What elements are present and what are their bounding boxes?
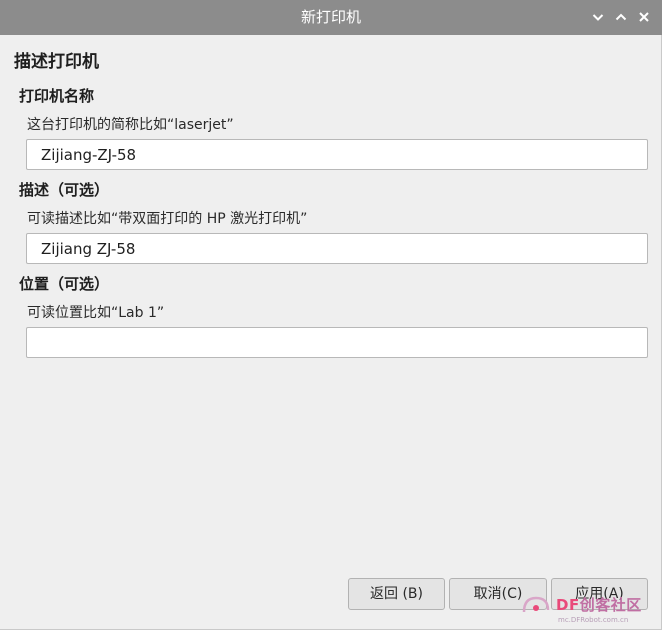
description-hint: 可读描述比如“带双面打印的 HP 激光打印机”	[27, 211, 308, 227]
printer-name-input[interactable]	[26, 139, 648, 170]
location-label: 位置（可选）	[19, 275, 110, 293]
watermark-brand: DF创客社区	[556, 596, 642, 614]
new-printer-dialog: 新打印机 描述打印机 打印机名称 这台打印机的简称比如“laserjet” 描述…	[0, 0, 662, 630]
title-bar[interactable]: 新打印机	[0, 0, 662, 35]
chevron-down-icon[interactable]	[590, 9, 606, 25]
watermark: DF创客社区 mc.DFRobot.com.cn	[520, 588, 660, 626]
back-button[interactable]: 返回 (B)	[348, 578, 445, 610]
description-label: 描述（可选）	[19, 181, 110, 199]
dfrobot-logo-icon	[520, 592, 552, 618]
page-heading: 描述打印机	[14, 52, 99, 72]
location-input[interactable]	[26, 327, 648, 358]
printer-name-label: 打印机名称	[19, 87, 95, 105]
chevron-up-icon[interactable]	[613, 9, 629, 25]
window-title: 新打印机	[300, 8, 361, 26]
watermark-url: mc.DFRobot.com.cn	[558, 616, 629, 624]
description-input[interactable]	[26, 233, 648, 264]
printer-name-hint: 这台打印机的简称比如“laserjet”	[27, 117, 234, 133]
location-hint: 可读位置比如“Lab 1”	[27, 305, 165, 321]
close-icon[interactable]	[636, 9, 652, 25]
